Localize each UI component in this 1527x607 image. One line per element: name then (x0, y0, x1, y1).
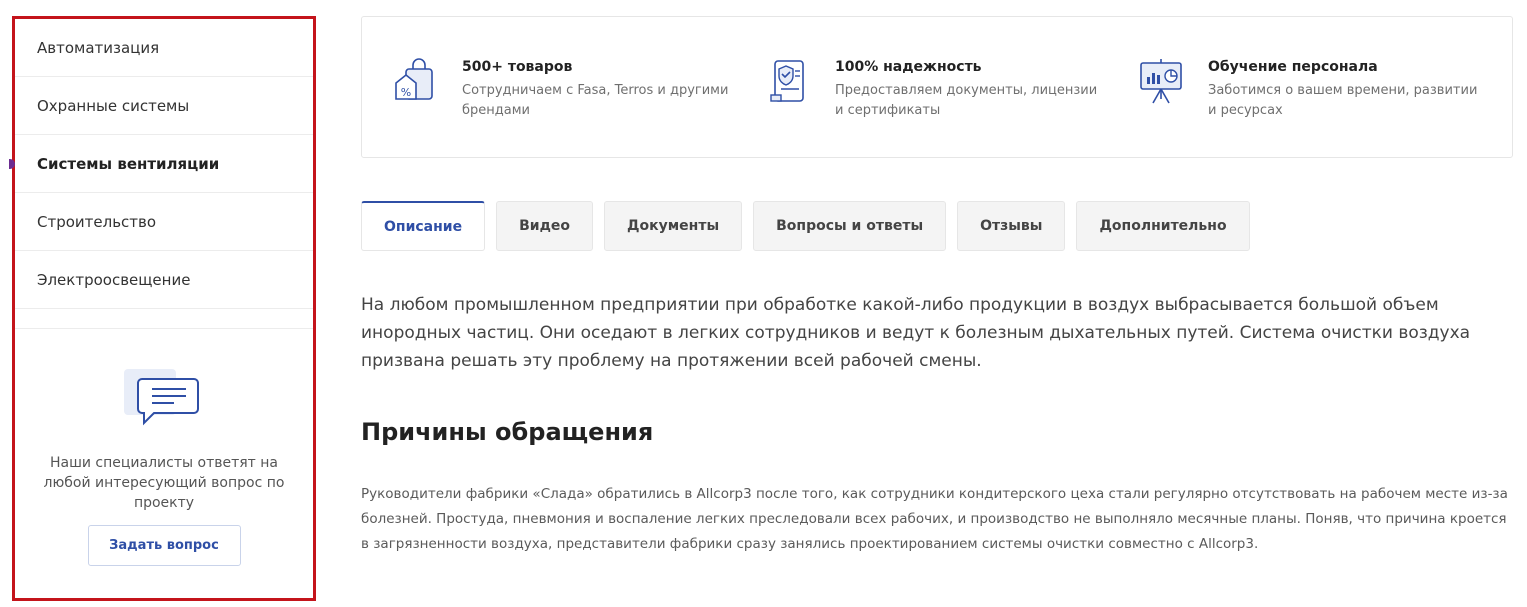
svg-text:%: % (401, 86, 411, 99)
help-block: Наши специалисты ответят на любой интере… (15, 369, 313, 566)
sidebar-item-label: Автоматизация (37, 38, 160, 57)
feature-reliability: 100% надежность Предоставляем документы,… (765, 55, 1138, 157)
sidebar-item-label: Электроосвещение (37, 270, 191, 289)
sidebar-divider (15, 309, 313, 329)
sidebar-item-construction[interactable]: Строительство (15, 193, 313, 251)
body-paragraph: Руководители фабрики «Слада» обратились … (361, 486, 1508, 552)
feature-text: Обучение персонала Заботимся о вашем вре… (1208, 55, 1478, 157)
tab-additional[interactable]: Дополнительно (1076, 201, 1250, 251)
sidebar-item-security-systems[interactable]: Охранные системы (15, 77, 313, 135)
tab-description[interactable]: Описание (361, 201, 486, 251)
intro-paragraph: На любом промышленном предприятии при об… (361, 295, 1471, 371)
sidebar-item-label: Охранные системы (37, 96, 190, 115)
feature-products: % 500+ товаров Сотрудничаем с Fasa, Terr… (392, 55, 765, 157)
feature-description: Заботимся о вашем времени, развитии и ре… (1208, 83, 1478, 118)
tab-reviews[interactable]: Отзывы (957, 201, 1066, 251)
section-heading: Причины обращения (361, 418, 654, 446)
feature-title: 500+ товаров (462, 59, 573, 75)
tabs: Описание Видео Документы Вопросы и ответ… (361, 201, 1261, 251)
sidebar-item-automation[interactable]: Автоматизация (15, 19, 313, 77)
sidebar-item-label: Строительство (37, 212, 157, 231)
shopping-bag-icon: % (395, 58, 433, 100)
features-box: % 500+ товаров Сотрудничаем с Fasa, Terr… (361, 16, 1513, 158)
feature-title: Обучение персонала (1208, 59, 1378, 75)
presentation-icon (1140, 59, 1182, 104)
feature-text: 100% надежность Предоставляем документы,… (835, 55, 1105, 157)
tab-documents[interactable]: Документы (604, 201, 743, 251)
feature-text: 500+ товаров Сотрудничаем с Fasa, Terros… (462, 55, 732, 157)
feature-description: Предоставляем документы, лицензии и серт… (835, 83, 1098, 118)
tab-questions-answers[interactable]: Вопросы и ответы (753, 201, 947, 251)
help-text: Наши специалисты ответят на любой интере… (43, 455, 285, 511)
ask-question-button[interactable]: Задать вопрос (87, 525, 241, 566)
feature-description: Сотрудничаем с Fasa, Terros и другими бр… (462, 83, 729, 118)
sidebar-item-label: Системы вентиляции (37, 154, 220, 173)
feature-title: 100% надежность (835, 59, 982, 75)
chat-bubble-icon (124, 369, 199, 426)
sidebar-item-electric-lighting[interactable]: Электроосвещение (15, 251, 313, 309)
sidebar-item-ventilation-systems[interactable]: Системы вентиляции (9, 135, 313, 193)
sidebar-menu: Автоматизация Охранные системы Системы в… (9, 19, 313, 309)
tab-video[interactable]: Видео (496, 201, 594, 251)
sidebar: Автоматизация Охранные системы Системы в… (9, 16, 316, 601)
certificate-icon (770, 60, 804, 102)
feature-training: Обучение персонала Заботимся о вашем вре… (1138, 55, 1511, 157)
